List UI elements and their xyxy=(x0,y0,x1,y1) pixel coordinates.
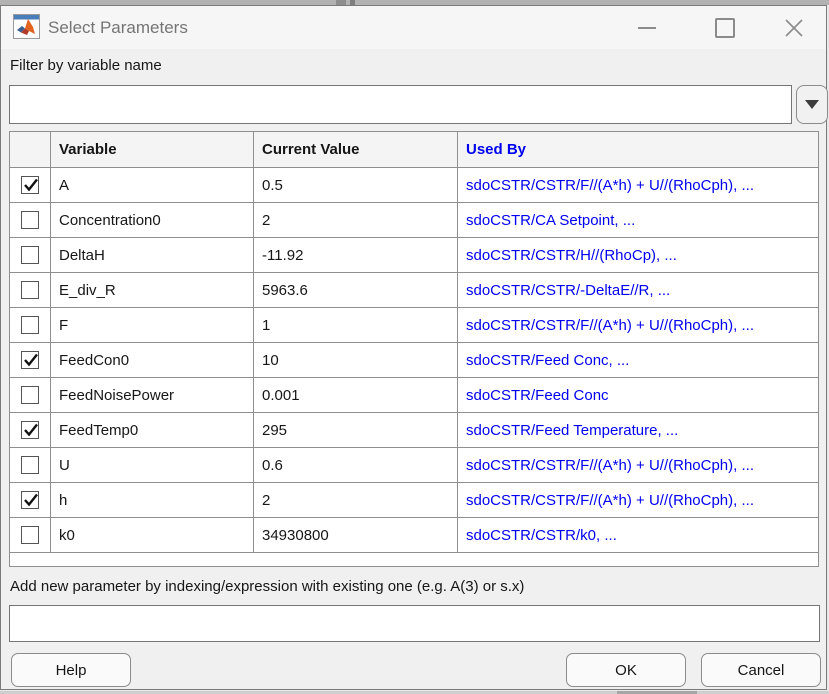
table-row[interactable]: FeedCon010sdoCSTR/Feed Conc, ... xyxy=(10,343,818,378)
row-checkbox-cell xyxy=(10,413,51,448)
row-checkbox-cell xyxy=(10,343,51,378)
cell-variable: E_div_R xyxy=(51,273,254,308)
cell-variable: U xyxy=(51,448,254,483)
help-button[interactable]: Help xyxy=(11,653,131,687)
cell-variable: Concentration0 xyxy=(51,203,254,238)
cell-used-by-link[interactable]: sdoCSTR/Feed Temperature, ... xyxy=(458,413,818,448)
table-row[interactable]: k034930800sdoCSTR/CSTR/k0, ... xyxy=(10,518,818,553)
title-bar[interactable]: Select Parameters xyxy=(1,6,826,49)
filter-input[interactable] xyxy=(9,85,792,124)
cell-variable: F xyxy=(51,308,254,343)
select-parameters-dialog: Select Parameters Filter by variable nam… xyxy=(0,5,827,690)
header-current-value: Current Value xyxy=(254,132,458,168)
row-checkbox-cell xyxy=(10,273,51,308)
row-checkbox-cell xyxy=(10,518,51,553)
table-row[interactable]: Concentration02sdoCSTR/CA Setpoint, ... xyxy=(10,203,818,238)
table-body: A0.5sdoCSTR/CSTR/F//(A*h) + U//(RhoCph),… xyxy=(10,168,818,553)
add-parameter-input[interactable] xyxy=(9,605,820,642)
cell-used-by-link[interactable]: sdoCSTR/CA Setpoint, ... xyxy=(458,203,818,238)
filter-dropdown-button[interactable] xyxy=(796,85,828,124)
cell-used-by-link[interactable]: sdoCSTR/CSTR/k0, ... xyxy=(458,518,818,553)
cell-current-value: 10 xyxy=(254,343,458,378)
cancel-button[interactable]: Cancel xyxy=(701,653,821,687)
header-checkbox-column xyxy=(10,132,51,168)
cell-variable: FeedTemp0 xyxy=(51,413,254,448)
cell-current-value: 0.001 xyxy=(254,378,458,413)
row-checkbox-cell xyxy=(10,308,51,343)
row-checkbox-cell xyxy=(10,378,51,413)
checkbox-checked[interactable] xyxy=(21,491,39,509)
checkbox-unchecked[interactable] xyxy=(21,281,39,299)
checkbox-checked[interactable] xyxy=(21,421,39,439)
cell-current-value: -11.92 xyxy=(254,238,458,273)
add-parameter-label: Add new parameter by indexing/expression… xyxy=(10,578,524,595)
maximize-button[interactable] xyxy=(703,6,747,49)
checkbox-unchecked[interactable] xyxy=(21,246,39,264)
cell-current-value: 2 xyxy=(254,203,458,238)
row-checkbox-cell xyxy=(10,238,51,273)
header-used-by: Used By xyxy=(458,132,818,168)
cell-used-by-link[interactable]: sdoCSTR/CSTR/F//(A*h) + U//(RhoCph), ... xyxy=(458,308,818,343)
cell-used-by-link[interactable]: sdoCSTR/Feed Conc xyxy=(458,378,818,413)
parameter-table: Variable Current Value Used By A0.5sdoCS… xyxy=(9,131,819,567)
ok-button[interactable]: OK xyxy=(566,653,686,687)
row-checkbox-cell xyxy=(10,483,51,518)
checkbox-unchecked[interactable] xyxy=(21,211,39,229)
matlab-logo-icon xyxy=(13,14,40,39)
row-checkbox-cell xyxy=(10,168,51,203)
table-row[interactable]: F1sdoCSTR/CSTR/F//(A*h) + U//(RhoCph), .… xyxy=(10,308,818,343)
cell-current-value: 2 xyxy=(254,483,458,518)
filter-label: Filter by variable name xyxy=(10,57,162,74)
table-row[interactable]: h2sdoCSTR/CSTR/F//(A*h) + U//(RhoCph), .… xyxy=(10,483,818,518)
table-row[interactable]: FeedNoisePower0.001sdoCSTR/Feed Conc xyxy=(10,378,818,413)
cell-variable: h xyxy=(51,483,254,518)
checkbox-unchecked[interactable] xyxy=(21,386,39,404)
row-checkbox-cell xyxy=(10,203,51,238)
checkbox-unchecked[interactable] xyxy=(21,526,39,544)
table-row[interactable]: DeltaH-11.92sdoCSTR/CSTR/H//(RhoCp), ... xyxy=(10,238,818,273)
cell-used-by-link[interactable]: sdoCSTR/CSTR/-DeltaE//R, ... xyxy=(458,273,818,308)
cell-current-value: 5963.6 xyxy=(254,273,458,308)
cell-current-value: 0.5 xyxy=(254,168,458,203)
cell-used-by-link[interactable]: sdoCSTR/CSTR/F//(A*h) + U//(RhoCph), ... xyxy=(458,448,818,483)
chevron-down-icon xyxy=(805,100,819,109)
minimize-icon xyxy=(638,27,656,29)
table-row[interactable]: U0.6sdoCSTR/CSTR/F//(A*h) + U//(RhoCph),… xyxy=(10,448,818,483)
cell-variable: DeltaH xyxy=(51,238,254,273)
close-button[interactable] xyxy=(772,6,816,49)
maximize-icon xyxy=(715,18,735,38)
cell-variable: FeedNoisePower xyxy=(51,378,254,413)
cell-used-by-link[interactable]: sdoCSTR/CSTR/H//(RhoCp), ... xyxy=(458,238,818,273)
cell-current-value: 1 xyxy=(254,308,458,343)
cell-variable: FeedCon0 xyxy=(51,343,254,378)
minimize-button[interactable] xyxy=(625,6,669,49)
cell-used-by-link[interactable]: sdoCSTR/CSTR/F//(A*h) + U//(RhoCph), ... xyxy=(458,483,818,518)
cell-variable: A xyxy=(51,168,254,203)
checkbox-checked[interactable] xyxy=(21,176,39,194)
cell-used-by-link[interactable]: sdoCSTR/Feed Conc, ... xyxy=(458,343,818,378)
table-row[interactable]: FeedTemp0295sdoCSTR/Feed Temperature, ..… xyxy=(10,413,818,448)
window-title: Select Parameters xyxy=(48,6,188,49)
table-header-row: Variable Current Value Used By xyxy=(10,132,818,168)
checkbox-checked[interactable] xyxy=(21,351,39,369)
cell-used-by-link[interactable]: sdoCSTR/CSTR/F//(A*h) + U//(RhoCph), ... xyxy=(458,168,818,203)
header-variable: Variable xyxy=(51,132,254,168)
cell-current-value: 295 xyxy=(254,413,458,448)
row-checkbox-cell xyxy=(10,448,51,483)
table-row[interactable]: A0.5sdoCSTR/CSTR/F//(A*h) + U//(RhoCph),… xyxy=(10,168,818,203)
table-row[interactable]: E_div_R5963.6sdoCSTR/CSTR/-DeltaE//R, ..… xyxy=(10,273,818,308)
close-icon xyxy=(785,19,803,37)
cell-current-value: 34930800 xyxy=(254,518,458,553)
checkbox-unchecked[interactable] xyxy=(21,456,39,474)
checkbox-unchecked[interactable] xyxy=(21,316,39,334)
cell-current-value: 0.6 xyxy=(254,448,458,483)
cell-variable: k0 xyxy=(51,518,254,553)
